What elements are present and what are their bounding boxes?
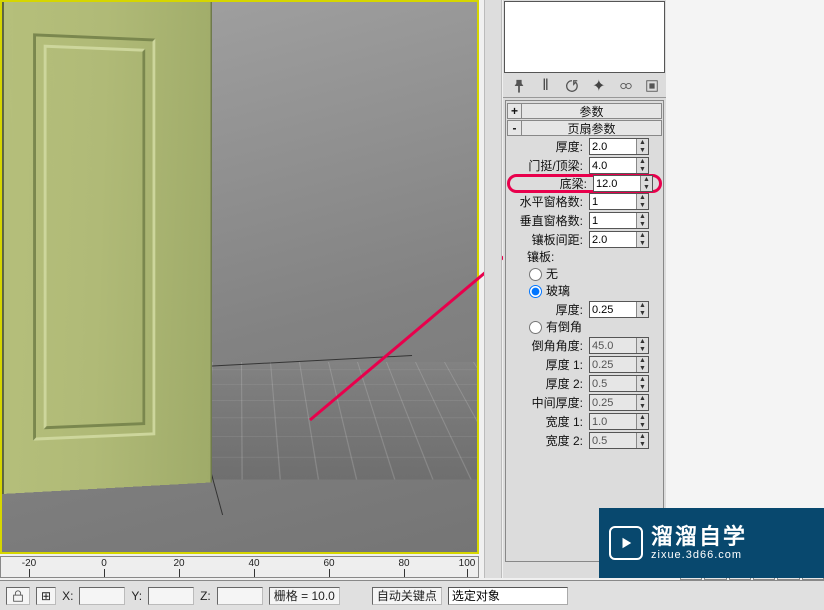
x-field[interactable]: [79, 587, 125, 605]
door-object[interactable]: [2, 2, 212, 494]
spacing-spinner[interactable]: ▲▼: [589, 231, 649, 248]
radio-none[interactable]: 无: [529, 266, 662, 283]
param-t2: 厚度 2: ▲▼: [507, 374, 662, 393]
favorite-icon[interactable]: ✦: [591, 78, 607, 94]
rollout-leaf-params[interactable]: - 页扇参数: [507, 120, 662, 136]
collapse-icon: -: [508, 121, 522, 135]
param-bevel-angle: 倒角角度: ▲▼: [507, 336, 662, 355]
param-w2: 宽度 2: ▲▼: [507, 431, 662, 450]
x-label: X:: [62, 589, 73, 603]
w2-spinner[interactable]: ▲▼: [589, 432, 649, 449]
param-t1: 厚度 1: ▲▼: [507, 355, 662, 374]
pin-icon[interactable]: [511, 78, 527, 94]
y-label: Y:: [131, 589, 142, 603]
param-thickness: 厚度: ▲▼: [507, 137, 662, 156]
door-panel: [33, 33, 155, 440]
w1-spinner[interactable]: ▲▼: [589, 413, 649, 430]
snap-icon[interactable]: ⊞: [36, 587, 56, 605]
radio-glass[interactable]: 玻璃: [529, 283, 662, 300]
param-stile: 门挺/顶梁: ▲▼: [507, 156, 662, 175]
history-icon[interactable]: [564, 78, 580, 94]
param-vcount: 垂直窗格数: ▲▼: [507, 211, 662, 230]
panel-section-label: 镶板:: [507, 249, 662, 266]
radio-bevel[interactable]: 有倒角: [529, 319, 662, 336]
lock-icon[interactable]: [6, 587, 30, 605]
command-panel: ‖ ✦ + 参数 - 页扇参数 厚度: ▲▼ 门挺/顶梁: ▲▼ 底梁: ▲▼ …: [503, 0, 666, 578]
rollout-title-label: 参数: [522, 103, 661, 120]
timeline-ruler[interactable]: -20 0 20 40 60 80 100: [0, 556, 479, 578]
glass-thickness-spinner[interactable]: ▲▼: [589, 301, 649, 318]
rollout-area: + 参数 - 页扇参数 厚度: ▲▼ 门挺/顶梁: ▲▼ 底梁: ▲▼ 水平窗格…: [505, 100, 664, 562]
config-icon[interactable]: [644, 78, 660, 94]
watermark-title: 溜溜自学: [651, 525, 747, 549]
param-glass-thickness: 厚度: ▲▼: [507, 300, 662, 319]
z-label: Z:: [200, 589, 211, 603]
param-hcount: 水平窗格数: ▲▼: [507, 192, 662, 211]
panel-type-radios: 无 玻璃: [507, 266, 662, 300]
watermark-url: zixue.3d66.com: [651, 549, 747, 561]
param-w1: 宽度 1: ▲▼: [507, 412, 662, 431]
hcount-spinner[interactable]: ▲▼: [589, 193, 649, 210]
rollout-title-label: 页扇参数: [522, 120, 661, 137]
play-icon: [609, 526, 643, 560]
door-base-wire: [182, 355, 452, 515]
vcount-spinner[interactable]: ▲▼: [589, 212, 649, 229]
thickness-spinner[interactable]: ▲▼: [589, 138, 649, 155]
bottom-spinner[interactable]: ▲▼: [593, 175, 653, 192]
panel-icon-row: ‖ ✦: [503, 74, 666, 98]
panel-type-radios2: 有倒角: [507, 319, 662, 336]
material-preview[interactable]: [504, 1, 665, 73]
y-field[interactable]: [148, 587, 194, 605]
stile-spinner[interactable]: ▲▼: [589, 157, 649, 174]
viewport-3d[interactable]: [0, 0, 479, 554]
bind-icon[interactable]: [618, 78, 634, 94]
param-spacing: 镶板间距: ▲▼: [507, 230, 662, 249]
right-blank-area: [666, 0, 824, 508]
param-mid: 中间厚度: ▲▼: [507, 393, 662, 412]
mid-spinner[interactable]: ▲▼: [589, 394, 649, 411]
bevel-angle-spinner[interactable]: ▲▼: [589, 337, 649, 354]
t2-spinner[interactable]: ▲▼: [589, 375, 649, 392]
z-field[interactable]: [217, 587, 263, 605]
divider-icon: ‖: [538, 78, 554, 94]
watermark: 溜溜自学 zixue.3d66.com: [599, 508, 824, 578]
rollout-params[interactable]: + 参数: [507, 103, 662, 119]
grid-readout: 栅格 = 10.0: [269, 587, 340, 605]
divider-vertical: [484, 0, 502, 578]
selection-dropdown[interactable]: [448, 587, 568, 605]
t1-spinner[interactable]: ▲▼: [589, 356, 649, 373]
autokey-button[interactable]: 自动关键点: [372, 587, 442, 605]
viewport-scene: [2, 2, 477, 552]
param-bottom-highlighted: 底梁: ▲▼: [507, 174, 662, 193]
expand-icon: +: [508, 104, 522, 118]
status-bar: ⊞ X: Y: Z: 栅格 = 10.0 自动关键点: [0, 580, 824, 610]
